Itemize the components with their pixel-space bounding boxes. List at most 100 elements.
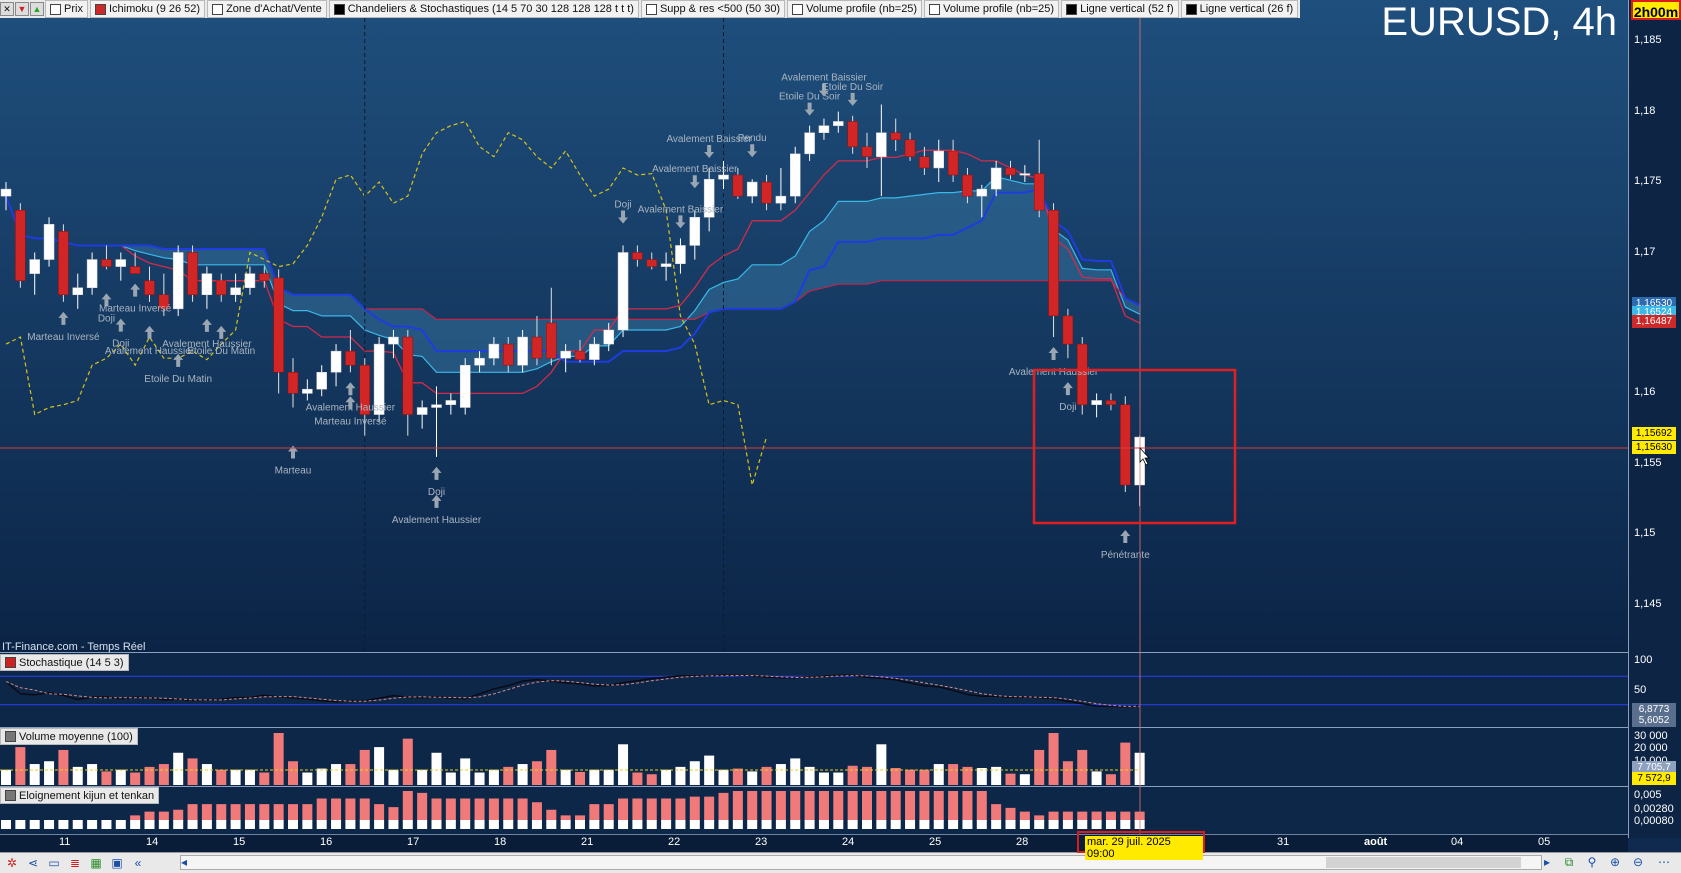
price-axis-label: 1,145 (1634, 597, 1662, 610)
candle-body (833, 121, 844, 126)
share-icon[interactable]: ⋖ (24, 855, 42, 871)
volume-bar (1, 769, 11, 785)
panel-axis-label: 30 000 (1634, 730, 1668, 742)
legend-item[interactable]: Ligne vertical (26 f) (1180, 0, 1299, 18)
time-axis-label: 25 (929, 836, 942, 848)
distance-bar-base (689, 820, 700, 829)
distance-bar-base (790, 820, 801, 829)
time-axis-label: 24 (842, 836, 855, 848)
toggle-icon[interactable]: ⋯ (1655, 854, 1673, 870)
volume-bar (976, 768, 987, 785)
zoom-out-icon[interactable]: ⊖ (1629, 854, 1647, 870)
pattern-label: Doji (1059, 402, 1076, 413)
settings-icon[interactable]: ✲ (3, 855, 21, 871)
volume-bar (890, 768, 901, 785)
distance-bar-base (417, 820, 428, 829)
distance-bar-top (632, 798, 643, 821)
volume-bar (130, 772, 141, 785)
cross-icon[interactable]: ✕ (0, 2, 14, 16)
distance-bar-top (259, 804, 270, 821)
zoom-in-icon[interactable]: ⊕ (1606, 854, 1624, 870)
distance-bar-top (460, 798, 471, 821)
pattern-label: Pendu (738, 133, 767, 144)
volume-bar (732, 768, 743, 785)
price-chart[interactable]: Marteau InverséDojiDojiMarteau InverséAv… (0, 0, 1681, 872)
legend-item[interactable]: Volume profile (nb=25) (924, 0, 1060, 18)
legend-item[interactable]: Prix (45, 0, 88, 18)
price-tag: 1,15692 (1632, 427, 1676, 440)
candle-body (1033, 173, 1045, 211)
volume-bar (919, 769, 930, 785)
distance-bar-top (761, 791, 772, 821)
distance-bar-base (804, 820, 815, 829)
list-icon[interactable]: ≣ (66, 855, 84, 871)
kijun-panel-title[interactable]: Eloignement kijun et tenkan (0, 787, 160, 804)
legend-item[interactable]: Chandeliers & Stochastiques (14 5 70 30 … (328, 0, 639, 18)
volume-bar (302, 772, 313, 785)
time-axis-label: 16 (320, 836, 333, 848)
distance-bar-top (991, 804, 1002, 821)
pattern-label: Etoile Du Soir (822, 82, 884, 93)
monitor-icon[interactable]: ▣ (108, 855, 126, 871)
candle-body (876, 132, 887, 157)
volume-bar (216, 769, 227, 785)
distance-bar-base (87, 820, 98, 829)
volume-bar (173, 752, 184, 785)
distance-bar-top (747, 791, 758, 821)
distance-bar-base (775, 820, 786, 829)
candle-body (689, 217, 701, 246)
volume-bar (359, 749, 370, 785)
chart-title: EURUSD, 4h (1381, 0, 1617, 44)
legend-item[interactable]: Ichimoku (9 26 52) (89, 0, 206, 18)
distance-bar-base (273, 820, 284, 829)
candle-body (72, 287, 83, 296)
volume-bar (1019, 774, 1030, 785)
pattern-label: Etoile Du Matin (144, 374, 212, 385)
rewind-icon[interactable]: « (129, 855, 147, 871)
price-axis-label: 1,18 (1634, 104, 1656, 117)
price-axis-label: 1,16 (1634, 386, 1656, 399)
distance-bar-top (948, 791, 959, 821)
volume-bar (445, 772, 456, 785)
candle-body (503, 343, 514, 366)
panel-axis-label: 0,00080 (1634, 815, 1674, 827)
volume-bar (417, 769, 428, 785)
volume-color-swatch (5, 731, 16, 742)
stoch-panel-title[interactable]: Stochastique (14 5 3) (0, 654, 129, 671)
volume-panel-title[interactable]: Volume moyenne (100) (0, 728, 138, 745)
legend-item[interactable]: Ligne vertical (52 f) (1061, 0, 1179, 18)
scrollbar-thumb[interactable] (1326, 857, 1521, 868)
legend-item[interactable]: Supp & res <500 (50 30) (640, 0, 786, 18)
scroll-right-icon[interactable]: ▸ (1538, 854, 1556, 870)
candle-body (58, 231, 69, 296)
chat-icon[interactable]: ▭ (45, 855, 63, 871)
legend-item[interactable]: Volume profile (nb=25) (787, 0, 923, 18)
horizontal-scrollbar[interactable] (180, 855, 1542, 870)
grid-icon[interactable]: ▦ (87, 855, 105, 871)
volume-bar (15, 747, 26, 785)
pattern-label: Avalement Baissier (652, 164, 738, 175)
time-axis-label: 17 (407, 836, 420, 848)
candle-body (632, 252, 643, 260)
distance-bar-base (546, 820, 557, 829)
candle-body (761, 181, 772, 204)
distance-bar-top (962, 791, 973, 821)
price-axis-label: 1,17 (1634, 245, 1656, 258)
candle-body (244, 273, 256, 288)
legend-color-swatch (645, 3, 657, 15)
distance-bar-top (374, 804, 385, 821)
distance-bar-base (718, 820, 729, 829)
scroll-left-icon[interactable]: ◂ (175, 854, 193, 870)
distance-bar-top (1120, 811, 1131, 821)
zoom-fit-icon[interactable]: ⧉ (1560, 854, 1578, 870)
legend-color-swatch (1185, 3, 1197, 15)
volume-bar (847, 765, 858, 785)
distance-bar-top (273, 804, 284, 821)
zoom-search-icon[interactable]: ⚲ (1583, 854, 1601, 870)
down-arrow-icon[interactable]: ▼ (15, 2, 29, 16)
legend-item[interactable]: Zone d'Achat/Vente (207, 0, 327, 18)
volume-bar (488, 769, 499, 785)
distance-bar-base (345, 820, 356, 829)
up-arrow-icon[interactable]: ▲ (30, 2, 44, 16)
distance-bar-top (704, 796, 715, 821)
